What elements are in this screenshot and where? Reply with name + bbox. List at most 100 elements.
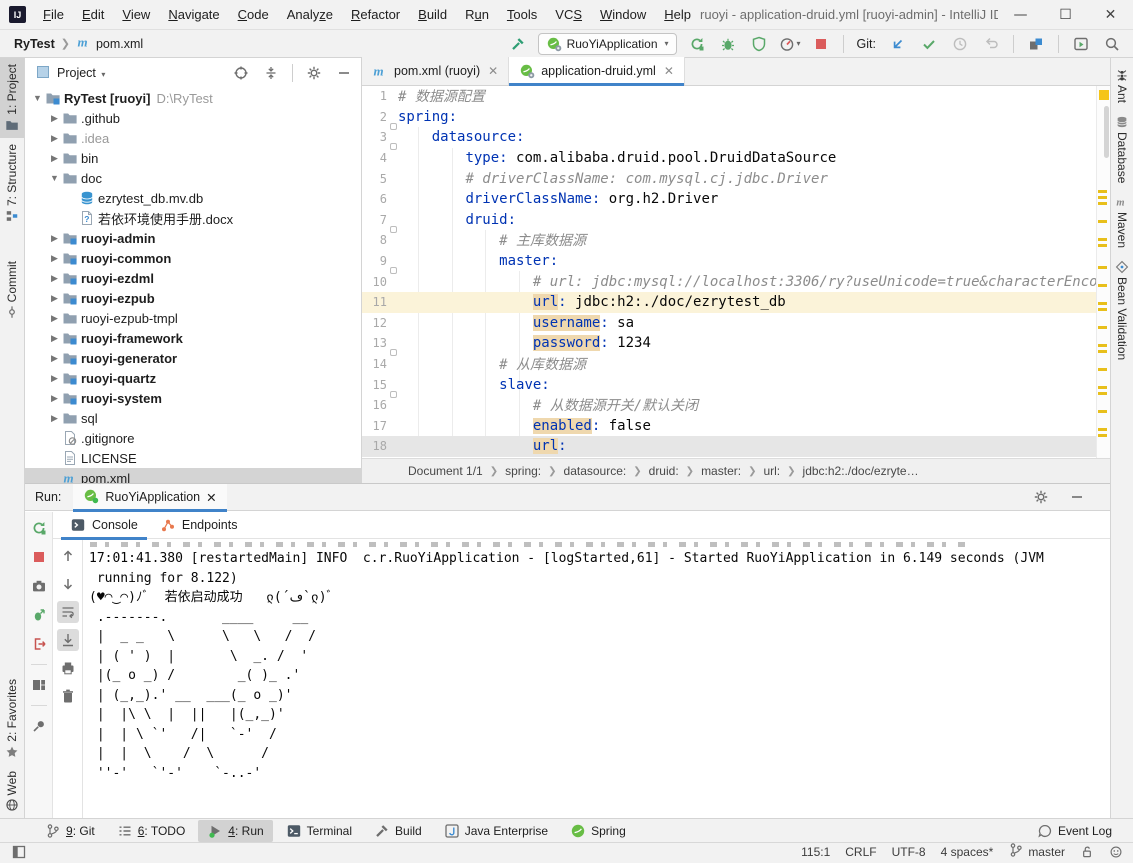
code-line-18[interactable]: 18 url: — [362, 436, 1110, 457]
tool-window-button-2-favorites[interactable]: 2: Favorites — [0, 673, 24, 765]
tool-window-bar-6-todo[interactable]: 6: TODO — [108, 820, 195, 842]
collapse-all-button[interactable] — [260, 62, 282, 84]
coverage-button[interactable] — [748, 33, 770, 55]
locate-file-button[interactable] — [230, 62, 252, 84]
tree-item--idea[interactable]: ▶.idea — [25, 128, 361, 148]
caret-position[interactable]: 115:1 — [801, 845, 830, 859]
minimize-button[interactable]: — — [998, 0, 1043, 29]
chevron-collapsed-icon[interactable]: ▶ — [48, 373, 61, 384]
breadcrumb-project[interactable]: RyTest — [14, 37, 55, 51]
event-log-button[interactable]: Event Log — [1028, 820, 1121, 842]
tree-item-ruoyi-system[interactable]: ▶ruoyi-system — [25, 388, 361, 408]
code-line-9[interactable]: 9 master: — [362, 251, 1110, 272]
chevron-expanded-icon[interactable]: ▼ — [31, 93, 44, 103]
code-line-13[interactable]: 13 password: 1234 — [362, 333, 1110, 354]
file-encoding[interactable]: UTF-8 — [892, 845, 926, 859]
chevron-collapsed-icon[interactable]: ▶ — [48, 113, 61, 124]
run-config-tab[interactable]: RuoYiApplication ✕ — [73, 484, 226, 511]
layout-button[interactable] — [28, 674, 50, 696]
toolwindow-switcher-icon[interactable] — [8, 841, 30, 863]
soft-wrap-button[interactable] — [57, 601, 79, 623]
menu-window[interactable]: Window — [591, 0, 655, 30]
menu-edit[interactable]: Edit — [73, 0, 113, 30]
tool-window-bar-terminal[interactable]: Terminal — [277, 820, 361, 842]
tree-item-ruoyi-ezdml[interactable]: ▶ruoyi-ezdml — [25, 268, 361, 288]
chevron-collapsed-icon[interactable]: ▶ — [48, 353, 61, 364]
tree-item-ruoyi-quartz[interactable]: ▶ruoyi-quartz — [25, 368, 361, 388]
tool-window-button-commit[interactable]: Commit — [0, 255, 24, 325]
menu-vcs[interactable]: VCS — [546, 0, 591, 30]
code-line-6[interactable]: 6 driverClassName: org.h2.Driver — [362, 189, 1110, 210]
scrollbar-thumb[interactable] — [1104, 106, 1109, 158]
tree-item--gitignore[interactable]: .gitignore — [25, 428, 361, 448]
diff-folders-button[interactable] — [1025, 33, 1047, 55]
chevron-expanded-icon[interactable]: ▼ — [48, 173, 61, 183]
code-line-4[interactable]: 4 type: com.alibaba.druid.pool.DruidData… — [362, 148, 1110, 169]
search-everywhere-button[interactable] — [1101, 33, 1123, 55]
run-anything-button[interactable] — [1070, 33, 1092, 55]
menu-navigate[interactable]: Navigate — [159, 0, 228, 30]
tree-item-ruoyi-generator[interactable]: ▶ruoyi-generator — [25, 348, 361, 368]
code-line-7[interactable]: 7 druid: — [362, 210, 1110, 231]
maximize-button[interactable]: ☐ — [1043, 0, 1088, 29]
debug-button[interactable] — [717, 33, 739, 55]
thread-dump-button[interactable] — [28, 575, 50, 597]
chevron-collapsed-icon[interactable]: ▶ — [48, 393, 61, 404]
editor-tab-application-druid.yml[interactable]: application-druid.yml✕ — [509, 57, 685, 85]
chevron-collapsed-icon[interactable]: ▶ — [48, 233, 61, 244]
stop-button[interactable] — [28, 546, 50, 568]
close-button[interactable]: ✕ — [1088, 0, 1133, 29]
console-output[interactable]: 17:01:41.380 [restartedMain] INFO c.r.Ru… — [83, 539, 1110, 818]
tree-item-license[interactable]: LICENSE — [25, 448, 361, 468]
tree-item-ezrytest-db-mv-db[interactable]: ezrytest_db.mv.db — [25, 188, 361, 208]
tree-item-sql[interactable]: ▶sql — [25, 408, 361, 428]
profiler-button[interactable]: ▾ — [779, 33, 801, 55]
history-button[interactable] — [949, 33, 971, 55]
update-project-button[interactable] — [887, 33, 909, 55]
tab-console[interactable]: Console — [61, 512, 147, 539]
editor-tab-pom.xml-ruoyi-[interactable]: mpom.xml (ruoyi)✕ — [362, 57, 509, 85]
tab-endpoints[interactable]: Endpoints — [151, 512, 247, 539]
chevron-collapsed-icon[interactable]: ▶ — [48, 273, 61, 284]
tool-window-button-1-project[interactable]: 1: Project — [0, 58, 24, 138]
tree-item-ruoyi-common[interactable]: ▶ruoyi-common — [25, 248, 361, 268]
tool-window-button-ant[interactable]: Ant — [1111, 62, 1133, 109]
restart-button[interactable] — [28, 604, 50, 626]
breadcrumb-item[interactable]: Document 1/1 — [408, 464, 483, 478]
tree-item-若依环境使用手册-docx[interactable]: ?若依环境使用手册.docx — [25, 208, 361, 228]
build-project-button[interactable] — [507, 33, 529, 55]
breadcrumb-item[interactable]: datasource: — [564, 464, 627, 478]
tree-item--github[interactable]: ▶.github — [25, 108, 361, 128]
code-line-3[interactable]: 3 datasource: — [362, 127, 1110, 148]
chevron-collapsed-icon[interactable]: ▶ — [48, 313, 61, 324]
tool-window-bar-java-enterprise[interactable]: Java Enterprise — [435, 820, 557, 842]
commit-button[interactable] — [918, 33, 940, 55]
project-settings-button[interactable] — [303, 62, 325, 84]
tool-window-bar-build[interactable]: Build — [365, 820, 431, 842]
gear-icon[interactable] — [1030, 486, 1052, 508]
tree-item-ruoyi-admin[interactable]: ▶ruoyi-admin — [25, 228, 361, 248]
stop-button[interactable] — [810, 33, 832, 55]
pin-button[interactable] — [28, 715, 50, 737]
tool-window-button-maven[interactable]: mMaven — [1111, 189, 1133, 254]
run-configuration-selector[interactable]: RuoYiApplication▾ — [538, 33, 677, 55]
menu-code[interactable]: Code — [229, 0, 278, 30]
lock-icon[interactable] — [1080, 845, 1094, 859]
menu-run[interactable]: Run — [456, 0, 498, 30]
line-ending[interactable]: CRLF — [845, 845, 876, 859]
tool-window-bar-spring[interactable]: Spring — [561, 820, 635, 842]
menu-build[interactable]: Build — [409, 0, 456, 30]
code-line-1[interactable]: 1# 数据源配置 — [362, 86, 1110, 107]
git-branch-widget[interactable]: master — [1008, 842, 1065, 861]
chevron-collapsed-icon[interactable]: ▶ — [48, 293, 61, 304]
chevron-collapsed-icon[interactable]: ▶ — [48, 253, 61, 264]
tree-item-bin[interactable]: ▶bin — [25, 148, 361, 168]
code-line-17[interactable]: 17 enabled: false — [362, 416, 1110, 437]
tool-window-button-web[interactable]: Web — [0, 765, 24, 818]
tool-window-bar-4-run[interactable]: 4: Run — [198, 820, 272, 842]
chevron-collapsed-icon[interactable]: ▶ — [48, 413, 61, 424]
close-icon[interactable]: ✕ — [206, 490, 216, 505]
breadcrumb-item[interactable]: druid: — [649, 464, 679, 478]
hide-panel-icon[interactable] — [1066, 486, 1088, 508]
tool-window-button-database[interactable]: Database — [1111, 109, 1133, 189]
